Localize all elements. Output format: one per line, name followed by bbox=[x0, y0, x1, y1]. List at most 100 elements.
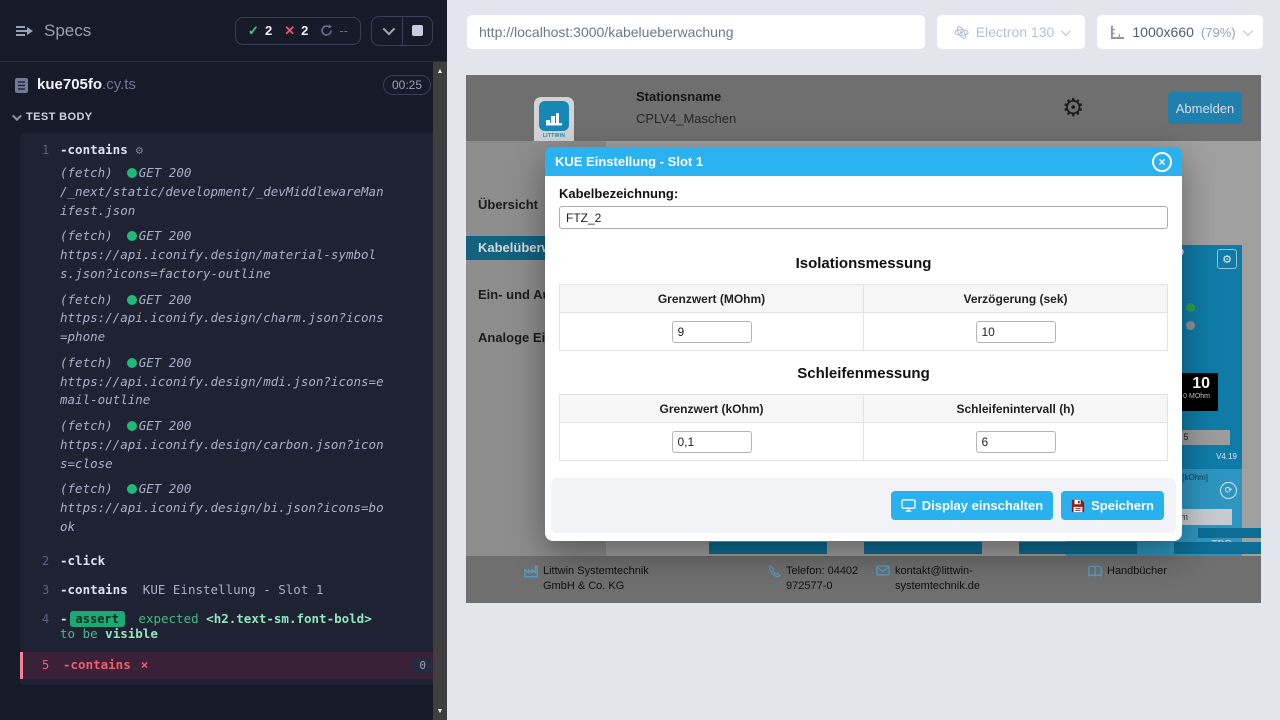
assert-badge: assert bbox=[70, 611, 125, 627]
x-icon: ✕ bbox=[284, 23, 295, 39]
fetch-url: https://api.iconify.design/bi.json?icons… bbox=[60, 499, 390, 537]
logout-button[interactable]: Abmelden bbox=[1168, 92, 1242, 124]
status-dot-icon bbox=[127, 295, 137, 305]
browser-url-bar: Electron 130 1000x660 (79%) bbox=[466, 14, 1264, 50]
command-contains: -contains bbox=[60, 142, 128, 157]
window-scrollbar[interactable]: ▲ ▼ bbox=[433, 62, 447, 720]
monitor-icon bbox=[901, 499, 916, 512]
command-row[interactable]: 3 -contains KUE Einstellung - Slot 1 bbox=[20, 577, 439, 602]
gear-icon[interactable]: ⚙ bbox=[1217, 249, 1237, 269]
status-dot-gray bbox=[1186, 321, 1195, 330]
command-log: 1 -contains⚙ (fetch)GET 200 /_next/stati… bbox=[20, 133, 439, 685]
cable-designation-label: Kabelbezeichnung: bbox=[559, 186, 1168, 201]
chevron-down-icon bbox=[1061, 26, 1071, 36]
line-number: 3 bbox=[20, 582, 60, 597]
spec-duration-badge: 00:25 bbox=[383, 75, 431, 95]
floppy-disk-icon bbox=[1071, 499, 1085, 513]
footer-email[interactable]: kontakt@littwin-systemtechnik.de bbox=[876, 564, 994, 595]
command-row[interactable]: 1 -contains⚙ (fetch)GET 200 /_next/stati… bbox=[20, 137, 439, 544]
command-row-assert[interactable]: 4 -assert expected <h2.text-sm.font-bold… bbox=[20, 606, 439, 646]
scroll-up-icon[interactable]: ▲ bbox=[433, 64, 447, 78]
loop-limit-input[interactable] bbox=[672, 431, 752, 453]
browser-selector[interactable]: Electron 130 bbox=[936, 14, 1086, 50]
spec-extension: .cy.ts bbox=[102, 76, 136, 93]
column-header: Grenzwert (MOhm) bbox=[560, 285, 864, 313]
stat-passed: ✓2 bbox=[248, 23, 272, 39]
gear-icon: ⚙ bbox=[136, 143, 143, 157]
fetch-log: (fetch)GET 200 https://api.iconify.desig… bbox=[60, 480, 390, 536]
refresh-icon[interactable]: ⟳ bbox=[1220, 482, 1237, 499]
loop-table: Grenzwert (kOhm) Schleifenintervall (h) bbox=[559, 394, 1168, 461]
chevron-down-icon bbox=[12, 111, 22, 121]
column-header: Verzögerung (sek) bbox=[864, 285, 1168, 313]
line-number: 2 bbox=[20, 553, 60, 568]
run-stats: ✓2 ✕2 -- bbox=[235, 17, 361, 45]
command-contains: -contains bbox=[60, 582, 128, 597]
fetch-url: https://api.iconify.design/material-symb… bbox=[60, 246, 390, 284]
chevron-down-icon bbox=[382, 23, 395, 36]
ruler-icon bbox=[1110, 25, 1125, 39]
littwin-logo: LITTWIN bbox=[534, 97, 574, 147]
book-icon bbox=[1088, 565, 1102, 577]
stop-icon bbox=[412, 25, 423, 36]
iso-delay-input[interactable] bbox=[976, 321, 1056, 343]
display-on-button[interactable]: Display einschalten bbox=[891, 491, 1053, 520]
status-dot-icon bbox=[127, 484, 137, 494]
modal-title: KUE Einstellung - Slot 1 bbox=[555, 154, 703, 169]
footer-company: Littwin Systemtechnik GmbH & Co. KG bbox=[524, 564, 654, 595]
spec-file-icon bbox=[14, 77, 29, 94]
collapse-button[interactable] bbox=[372, 17, 402, 45]
command-argument: KUE Einstellung - Slot 1 bbox=[128, 582, 324, 597]
fetch-url: https://api.iconify.design/carbon.json?i… bbox=[60, 436, 390, 474]
close-icon[interactable]: × bbox=[1152, 152, 1172, 172]
browser-name: Electron 130 bbox=[976, 24, 1055, 40]
line-number: 1 bbox=[20, 142, 60, 539]
footer-manuals[interactable]: Handbücher bbox=[1088, 564, 1167, 579]
logo-icon bbox=[539, 101, 569, 131]
command-row-failed[interactable]: 5 -contains× 0 bbox=[20, 652, 439, 679]
column-header: Grenzwert (kOhm) bbox=[560, 395, 864, 423]
command-row[interactable]: 2 -click bbox=[20, 548, 439, 573]
stop-button[interactable] bbox=[402, 17, 432, 45]
status-dot-icon bbox=[127, 358, 137, 368]
isolation-heading: Isolationsmessung bbox=[559, 255, 1168, 272]
settings-gear-icon[interactable]: ⚙ bbox=[1062, 93, 1084, 123]
status-dot-icon bbox=[127, 168, 137, 178]
retry-count-badge: 0 bbox=[412, 657, 433, 674]
line-number: 5 bbox=[23, 657, 63, 674]
version-label: V4.19 bbox=[1216, 452, 1237, 461]
test-body-header[interactable]: TEST BODY bbox=[0, 105, 447, 131]
cable-designation-input[interactable] bbox=[559, 206, 1168, 229]
command-contains: -contains bbox=[63, 657, 131, 672]
run-controls bbox=[371, 16, 433, 46]
viewport-zoom: (79%) bbox=[1201, 25, 1236, 40]
factory-icon bbox=[524, 565, 538, 578]
save-button[interactable]: Speichern bbox=[1061, 491, 1164, 520]
logo-wordmark: LITTWIN bbox=[539, 133, 569, 139]
viewport-size: 1000x660 bbox=[1132, 24, 1194, 40]
scroll-down-icon[interactable]: ▼ bbox=[433, 704, 447, 718]
isolation-table: Grenzwert (MOhm) Verzögerung (sek) bbox=[559, 284, 1168, 351]
fetch-url: https://api.iconify.design/mdi.json?icon… bbox=[60, 373, 390, 411]
url-input[interactable] bbox=[466, 14, 926, 50]
app-header: LITTWIN Stationsname CPLV4_Maschen ⚙ Abm… bbox=[466, 75, 1261, 141]
check-icon: ✓ bbox=[248, 23, 259, 39]
status-dot-icon bbox=[127, 231, 137, 241]
stat-pending: -- bbox=[320, 23, 348, 38]
specs-menu-icon[interactable] bbox=[14, 23, 34, 39]
specs-title: Specs bbox=[44, 21, 91, 41]
loop-interval-input[interactable] bbox=[976, 431, 1056, 453]
status-dot-icon bbox=[127, 421, 137, 431]
restart-icon bbox=[320, 24, 333, 37]
phone-icon bbox=[768, 565, 781, 578]
spec-file-row[interactable]: kue705fo.cy.ts 00:25 bbox=[0, 62, 447, 105]
electron-icon bbox=[954, 25, 969, 40]
iso-limit-input[interactable] bbox=[672, 321, 752, 343]
email-icon bbox=[876, 565, 890, 576]
spec-name: kue705fo bbox=[37, 76, 102, 93]
viewport-selector[interactable]: 1000x660 (79%) bbox=[1096, 14, 1264, 50]
app-footer: Littwin Systemtechnik GmbH & Co. KG Tele… bbox=[466, 556, 1261, 603]
cypress-reporter-panel: Specs ✓2 ✕2 -- kue705fo.cy.ts 00:25 TEST… bbox=[0, 0, 447, 720]
fetch-log: (fetch)GET 200 https://api.iconify.desig… bbox=[60, 291, 390, 347]
kue-settings-modal: KUE Einstellung - Slot 1 × Kabelbezeichn… bbox=[545, 147, 1182, 541]
